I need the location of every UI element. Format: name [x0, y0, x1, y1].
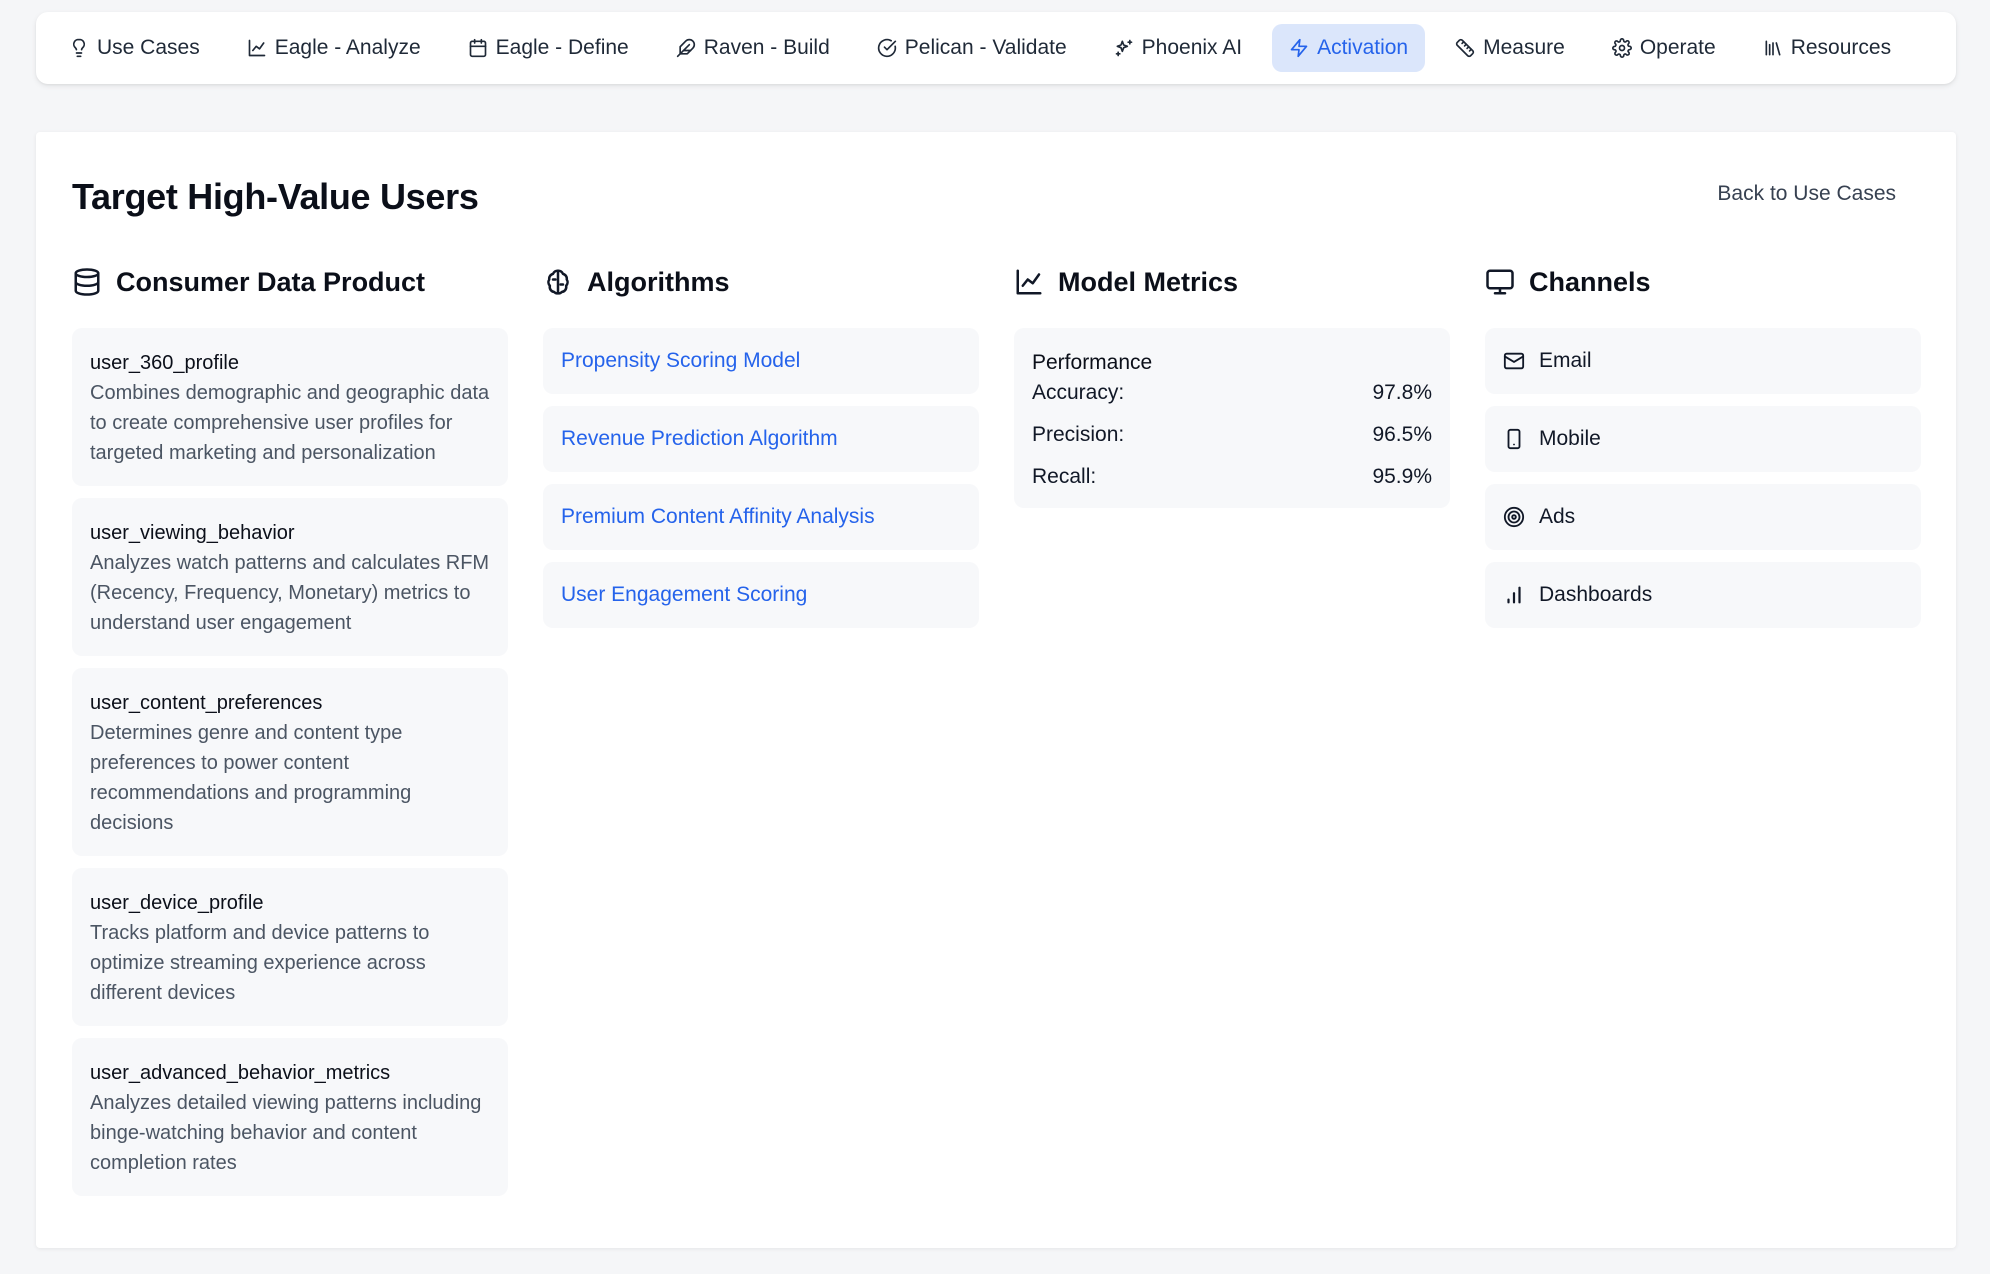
lightbulb-icon [72, 38, 86, 58]
data-product-card[interactable]: user_advanced_behavior_metrics Analyzes … [72, 1038, 508, 1196]
library-icon [1765, 40, 1781, 56]
data-product-name: user_viewing_behavior [90, 522, 295, 544]
algorithm-link[interactable]: User Engagement Scoring [543, 562, 979, 628]
data-product-description: Analyzes watch patterns and calculates R… [90, 552, 490, 634]
nav-item-resources[interactable]: Resources [1746, 24, 1908, 72]
nav-label: Operate [1639, 36, 1716, 59]
section-title: Algorithms [587, 266, 730, 297]
nav-label: Eagle - Analyze [274, 36, 421, 59]
channels-section: Channels Email Mobile Ads Dashboards [1485, 260, 1921, 640]
section-title: Channels [1529, 266, 1651, 297]
monitor-icon [1486, 269, 1514, 295]
section-title: Model Metrics [1058, 266, 1239, 297]
target-icon [1503, 506, 1525, 528]
nav-item-use-cases[interactable]: Use Cases [52, 24, 217, 72]
data-product-description: Analyzes detailed viewing patterns inclu… [90, 1092, 482, 1174]
performance-metrics-card: Performance Accuracy: 97.8% Precision: 9… [1014, 328, 1450, 508]
nav-item-activation[interactable]: Activation [1272, 24, 1426, 72]
nav-label: Pelican - Validate [904, 36, 1067, 59]
nav-label: Use Cases [97, 36, 200, 59]
nav-item-phoenix-ai[interactable]: Phoenix AI [1097, 24, 1259, 72]
channel-item-dashboards[interactable]: Dashboards [1485, 562, 1921, 628]
metric-row-recall: Recall: 95.9% [1032, 462, 1432, 492]
data-product-description: Determines genre and content type prefer… [90, 722, 412, 834]
metric-value: 97.8% [1372, 381, 1432, 404]
data-product-card[interactable]: user_content_preferences Determines genr… [72, 668, 508, 856]
mail-icon [1503, 352, 1525, 370]
data-product-card[interactable]: user_viewing_behavior Analyzes watch pat… [72, 498, 508, 656]
bar-chart-icon [1507, 586, 1521, 604]
line-chart-icon [1016, 269, 1042, 295]
smartphone-icon [1507, 428, 1521, 450]
section-header: Model Metrics [1014, 260, 1450, 304]
nav-item-pelican-validate[interactable]: Pelican - Validate [860, 24, 1084, 72]
section-header: Channels [1485, 260, 1921, 304]
data-product-card[interactable]: user_device_profile Tracks platform and … [72, 868, 508, 1026]
database-icon [74, 268, 100, 296]
channel-item-email[interactable]: Email [1485, 328, 1921, 394]
metric-label: Accuracy: [1032, 381, 1125, 404]
brain-icon [547, 269, 569, 295]
data-product-name: user_advanced_behavior_metrics [90, 1062, 391, 1084]
section-header: Algorithms [543, 260, 979, 304]
metric-row-accuracy: Accuracy: 97.8% [1032, 378, 1432, 408]
metrics-section-label: Performance [1032, 351, 1153, 374]
channel-item-mobile[interactable]: Mobile [1485, 406, 1921, 472]
top-navigation: Use Cases Eagle - Analyze Eagle - Define… [36, 12, 1956, 84]
channel-label: Dashboards [1539, 583, 1653, 606]
check-circle-icon [877, 38, 896, 58]
algorithm-link[interactable]: Revenue Prediction Algorithm [543, 406, 979, 472]
nav-label: Measure [1483, 36, 1565, 59]
channel-label: Mobile [1539, 427, 1601, 450]
line-chart-icon [248, 39, 266, 57]
data-product-name: user_content_preferences [90, 692, 323, 714]
model-metrics-section: Model Metrics Performance Accuracy: 97.8… [1014, 260, 1450, 520]
metric-value: 95.9% [1372, 465, 1432, 488]
gear-icon [1611, 38, 1632, 58]
feather-icon [676, 38, 695, 58]
data-product-description: Tracks platform and device patterns to o… [90, 922, 430, 1004]
nav-label: Eagle - Define [495, 36, 629, 59]
metric-value: 96.5% [1372, 423, 1432, 446]
section-header: Consumer Data Product [72, 260, 508, 304]
nav-item-eagle-define[interactable]: Eagle - Define [451, 24, 646, 72]
data-product-description: Combines demographic and geographic data… [90, 382, 490, 464]
data-product-name: user_360_profile [90, 352, 239, 374]
metric-row-precision: Precision: 96.5% [1032, 420, 1432, 450]
algorithms-section: Algorithms Propensity Scoring Model Reve… [543, 260, 979, 640]
algorithm-link[interactable]: Propensity Scoring Model [543, 328, 979, 394]
back-to-use-cases-link[interactable]: Back to Use Cases [1717, 182, 1896, 206]
data-product-card[interactable]: user_360_profile Combines demographic an… [72, 328, 508, 486]
nav-label: Activation [1317, 36, 1409, 59]
ruler-icon [1455, 38, 1475, 58]
nav-item-operate[interactable]: Operate [1595, 24, 1733, 72]
nav-item-measure[interactable]: Measure [1438, 24, 1582, 72]
sparkles-icon [1115, 39, 1132, 57]
data-product-name: user_device_profile [90, 892, 264, 914]
nav-label: Raven - Build [703, 36, 830, 59]
calendar-icon [469, 38, 486, 58]
consumer-data-product-section: Consumer Data Product user_360_profile C… [72, 260, 508, 1208]
page-title: Target High-Value Users [72, 176, 479, 217]
nav-item-eagle-analyze[interactable]: Eagle - Analyze [230, 24, 438, 72]
channel-label: Ads [1539, 505, 1576, 528]
nav-label: Resources [1790, 36, 1892, 59]
use-case-detail-card: Target High-Value Users Back to Use Case… [36, 132, 1956, 1248]
algorithm-link[interactable]: Premium Content Affinity Analysis [543, 484, 979, 550]
lightning-icon [1290, 38, 1308, 58]
section-title: Consumer Data Product [116, 266, 426, 297]
nav-label: Phoenix AI [1141, 36, 1243, 59]
metric-label: Recall: [1032, 465, 1097, 488]
metric-label: Precision: [1032, 423, 1125, 446]
channel-item-ads[interactable]: Ads [1485, 484, 1921, 550]
nav-item-raven-build[interactable]: Raven - Build [659, 24, 847, 72]
channel-label: Email [1539, 349, 1592, 372]
